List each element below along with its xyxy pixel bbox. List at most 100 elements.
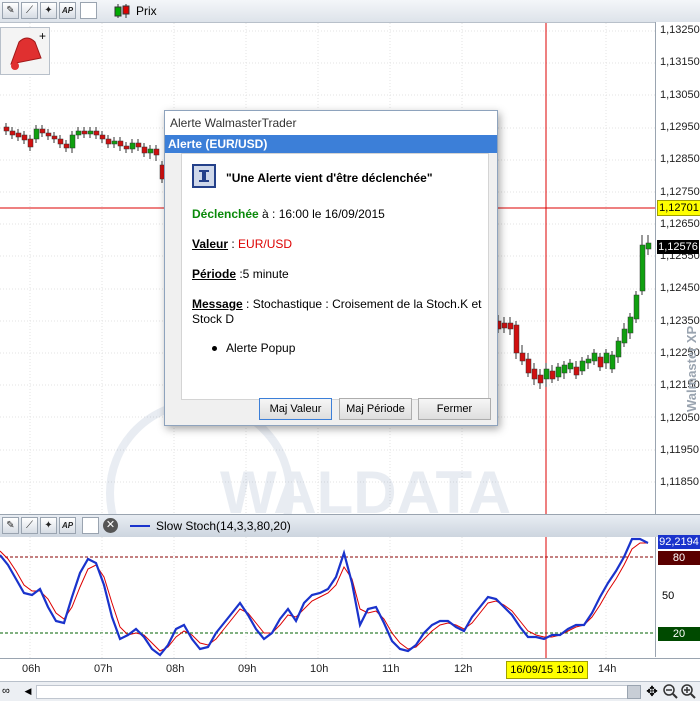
candle-body [135, 142, 142, 148]
tools-icon[interactable]: ✎ [2, 2, 19, 19]
candle-body [69, 134, 76, 149]
candle-body [507, 322, 514, 330]
price-tick-label: 1,13250 [660, 24, 700, 36]
magic-wand-icon[interactable]: ✦ [40, 2, 57, 19]
candle-body [3, 126, 10, 132]
time-label-14h: 14h [598, 663, 617, 675]
update-period-button[interactable]: Maj Période [339, 398, 412, 420]
scroll-track[interactable] [36, 685, 628, 699]
price-tick-label: 1,12650 [660, 217, 700, 230]
value-row: Valeur : EUR/USD [192, 237, 292, 251]
candle-body [555, 366, 562, 378]
candle-body [81, 130, 88, 135]
move-crosshair-icon[interactable]: ✥ [644, 683, 660, 699]
candle-body [105, 138, 112, 145]
bullet-item: Alerte Popup [212, 341, 295, 355]
price-tick-label: 1,12950 [660, 120, 700, 133]
alert-bell-icon[interactable]: + [0, 27, 50, 75]
candle-body [27, 138, 34, 148]
indicator-close-icon[interactable]: ✕ [103, 518, 118, 533]
candle-body [591, 352, 598, 362]
candlestick-icon[interactable] [112, 3, 132, 19]
candle-body [147, 148, 154, 154]
trigger-label: Déclenchée [192, 207, 259, 221]
update-value-button[interactable]: Maj Valeur [259, 398, 332, 420]
candle-body [513, 324, 520, 354]
watermark-text: WALDATA [220, 459, 511, 514]
current-price-label: 1,12576 [657, 240, 699, 254]
candle-body [123, 145, 130, 150]
period-label: Période [192, 267, 237, 281]
candle-body [573, 366, 580, 376]
trigger-value: à : 16:00 le 16/09/2015 [258, 207, 385, 221]
bullet-text: Alerte Popup [226, 341, 296, 355]
price-series-label: Prix [136, 4, 157, 18]
candle-body [615, 340, 622, 358]
price-tick-label: 1,12750 [660, 185, 700, 198]
alert-headline: "Une Alerte vient d'être déclenchée" [226, 171, 433, 185]
link-icon[interactable]: ∞ [2, 685, 16, 697]
stoch-current-value: 92,2194 [658, 535, 700, 549]
price-tick-label: 1,12850 [660, 153, 700, 166]
candle-body [99, 134, 106, 140]
time-label-11h: 11h [382, 663, 400, 675]
candle-body [585, 358, 592, 364]
period-value: :5 minute [236, 267, 289, 281]
stoch-legend-line-icon [130, 525, 150, 527]
trigger-row: Déclenchée à : 16:00 le 16/09/2015 [192, 207, 385, 221]
candle-body [15, 132, 22, 138]
price-tick-label: 1,12050 [660, 411, 700, 424]
message-row: Message : Stochastique : Croisement de l… [192, 297, 482, 327]
candle-body [129, 142, 136, 150]
indicator-tools-icon[interactable]: ✎ [2, 517, 19, 534]
indicator-ap-button[interactable]: AP [59, 517, 76, 534]
indicator-line-tool-icon[interactable]: ⟋ [21, 517, 38, 534]
dialog-header: Alerte (EUR/USD) [165, 135, 497, 153]
upper-level-label: 80 [658, 551, 700, 565]
candle-body [609, 354, 616, 370]
indicator-blank-button[interactable] [82, 517, 99, 534]
candle-body [501, 322, 508, 329]
candle-body [51, 135, 58, 140]
horizontal-scrollbar[interactable]: ∞ ◀ ✥ [0, 681, 700, 701]
candle-body [153, 148, 160, 156]
time-label-09h: 09h [238, 663, 257, 675]
close-button[interactable]: Fermer [418, 398, 491, 420]
time-label-07h: 07h [94, 663, 113, 675]
candle-body [543, 368, 550, 380]
scroll-thumb[interactable] [627, 685, 641, 699]
indicator-wand-icon[interactable]: ✦ [40, 517, 57, 534]
candle-body [549, 370, 556, 380]
candle-body [117, 140, 124, 147]
scroll-left-icon[interactable]: ◀ [22, 684, 34, 698]
price-tick-label: 1,13050 [660, 88, 700, 101]
candle-body [597, 356, 604, 368]
blank-square-button[interactable] [80, 2, 97, 19]
brand-vertical-text: Walmaster XP [684, 325, 699, 412]
candle-body [561, 364, 568, 374]
dialog-header-text: Alerte (EUR/USD) [168, 137, 268, 151]
time-label-08h: 08h [166, 663, 185, 675]
zoom-out-icon[interactable] [662, 683, 678, 699]
zoom-in-icon[interactable] [680, 683, 696, 699]
info-icon [192, 164, 216, 188]
mid-level-label: 50 [662, 590, 675, 602]
candle-body [63, 143, 70, 149]
lower-level-label: 20 [658, 627, 700, 641]
candle-body [633, 294, 640, 320]
value-label: Valeur [192, 237, 229, 251]
dialog-title-bar[interactable]: Alerte WalmasterTrader [165, 111, 497, 135]
candle-body [579, 360, 586, 372]
indicator-toolbar: ✎ ⟋ ✦ AP ✕ Slow Stoch(14,3,3,80,20) [0, 514, 700, 538]
price-tick-label: 1,13150 [660, 56, 700, 69]
indicator-title: Slow Stoch(14,3,3,80,20) [156, 519, 291, 533]
svg-text:+: + [39, 29, 46, 43]
line-tool-icon[interactable]: ⟋ [21, 2, 38, 19]
period-row: Période :5 minute [192, 267, 289, 281]
stoch-chart-area[interactable] [0, 537, 655, 658]
candle-body [645, 242, 652, 250]
price-scale: 1,13250 1,13150 1,13050 1,12950 1,12850 1,127… [655, 22, 700, 514]
ap-button[interactable]: AP [59, 2, 76, 19]
time-label-12h: 12h [454, 663, 473, 675]
candle-body [33, 128, 40, 140]
